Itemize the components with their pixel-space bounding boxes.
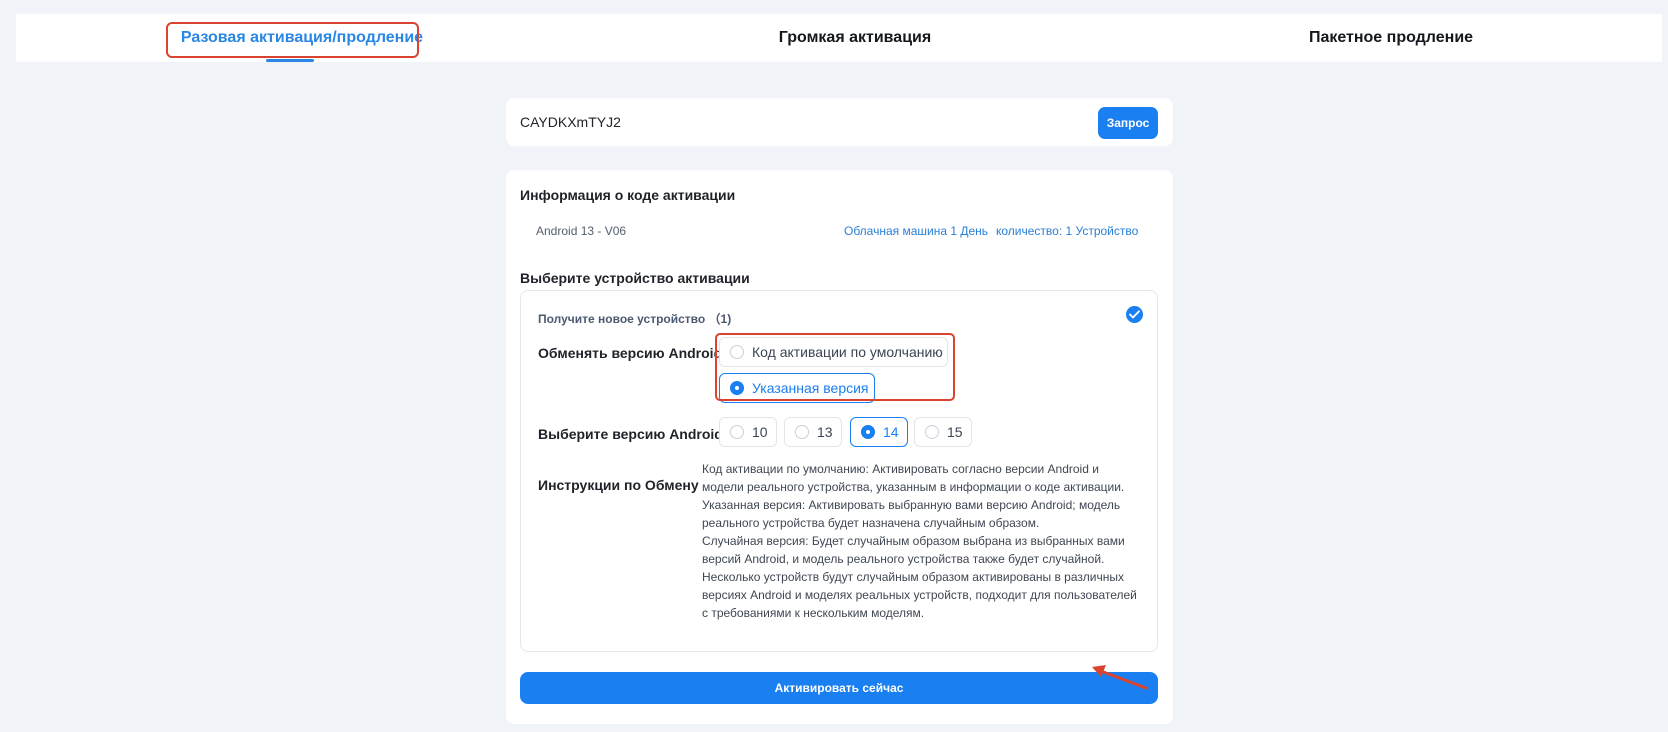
radio-icon xyxy=(925,425,939,439)
annotation-arrow-icon xyxy=(1092,665,1148,690)
radio-icon xyxy=(730,425,744,439)
version-label: 10 xyxy=(752,424,768,440)
tab-single-activation[interactable]: Разовая активация/продление xyxy=(176,14,428,62)
cloud-machine-duration: Облачная машина 1 День xyxy=(844,224,989,238)
radio-selected-icon xyxy=(730,381,744,395)
new-device-box: Получите новое устройство （1) Обменять в… xyxy=(520,290,1158,652)
option-specified-version[interactable]: Указанная версия xyxy=(719,373,875,403)
select-device-title: Выберите устройство активации xyxy=(520,270,750,286)
activation-code-input[interactable] xyxy=(520,108,1020,136)
radio-selected-icon xyxy=(861,425,875,439)
version-label: 14 xyxy=(883,424,899,440)
version-option-13[interactable]: 13 xyxy=(784,417,842,447)
new-device-label: Получите новое устройство （1) xyxy=(538,312,732,326)
version-option-15[interactable]: 15 xyxy=(914,417,972,447)
version-option-14[interactable]: 14 xyxy=(850,417,908,447)
radio-icon xyxy=(795,425,809,439)
instructions-text: Код активации по умолчанию: Активировать… xyxy=(702,462,1137,620)
device-quantity: количество: 1 Устройство xyxy=(996,224,1139,238)
check-circle-icon[interactable] xyxy=(1126,306,1143,323)
activation-card: Информация о коде активации Android 13 -… xyxy=(506,170,1173,724)
version-label: 15 xyxy=(947,424,963,440)
instructions-label: Инструкции по Обмену xyxy=(538,477,699,493)
option-default-code[interactable]: Код активации по умолчанию xyxy=(719,337,948,367)
option-specified-label: Указанная версия xyxy=(752,380,869,396)
query-button[interactable]: Запрос xyxy=(1098,107,1158,139)
tab-bulk-activation[interactable]: Громкая активация xyxy=(736,14,974,62)
active-tab-underline xyxy=(266,59,314,62)
activate-now-button[interactable]: Активировать сейчас xyxy=(520,672,1158,704)
change-version-label: Обменять версию Android xyxy=(538,345,723,361)
tab-batch-renewal[interactable]: Пакетное продление xyxy=(1296,14,1486,62)
code-version: Android 13 - V06 xyxy=(536,224,627,238)
radio-icon xyxy=(730,345,744,359)
tab-bar: Разовая активация/продление Громкая акти… xyxy=(16,14,1662,62)
select-version-label: Выберите версию Android xyxy=(538,426,723,442)
query-card: Запрос xyxy=(506,98,1173,146)
activation-info-title: Информация о коде активации xyxy=(520,187,736,203)
option-default-label: Код активации по умолчанию xyxy=(752,344,943,360)
version-option-10[interactable]: 10 xyxy=(719,417,777,447)
version-label: 13 xyxy=(817,424,833,440)
